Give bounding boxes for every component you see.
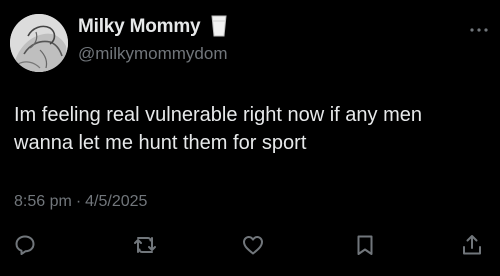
- retweet-button[interactable]: [132, 232, 158, 258]
- avatar-image: [10, 14, 68, 72]
- share-button[interactable]: [459, 232, 485, 258]
- tweet-text: Im feeling real vulnerable right now if …: [14, 104, 422, 154]
- tweet-time[interactable]: 8:56 pm: [14, 193, 72, 210]
- more-dots-icon[interactable]: [468, 22, 490, 32]
- bookmark-icon: [357, 235, 373, 255]
- heart-icon: [243, 236, 263, 255]
- retweet-icon: [134, 237, 156, 253]
- share-icon: [463, 235, 481, 255]
- tweet-card: Milky Mommy @milkymommydom Im feeling re…: [0, 0, 500, 276]
- meta-separator: ·: [75, 193, 82, 210]
- tweet-date[interactable]: 4/5/2025: [85, 193, 147, 210]
- milk-glass-icon: [210, 15, 228, 37]
- handle[interactable]: @milkymommydom: [78, 44, 227, 64]
- display-name[interactable]: Milky Mommy: [78, 16, 201, 38]
- avatar[interactable]: [10, 14, 68, 72]
- reply-icon: [15, 235, 35, 255]
- bookmark-button[interactable]: [352, 232, 378, 258]
- like-button[interactable]: [240, 232, 266, 258]
- tweet-meta: 8:56 pm · 4/5/2025: [14, 193, 147, 211]
- reply-button[interactable]: [12, 232, 38, 258]
